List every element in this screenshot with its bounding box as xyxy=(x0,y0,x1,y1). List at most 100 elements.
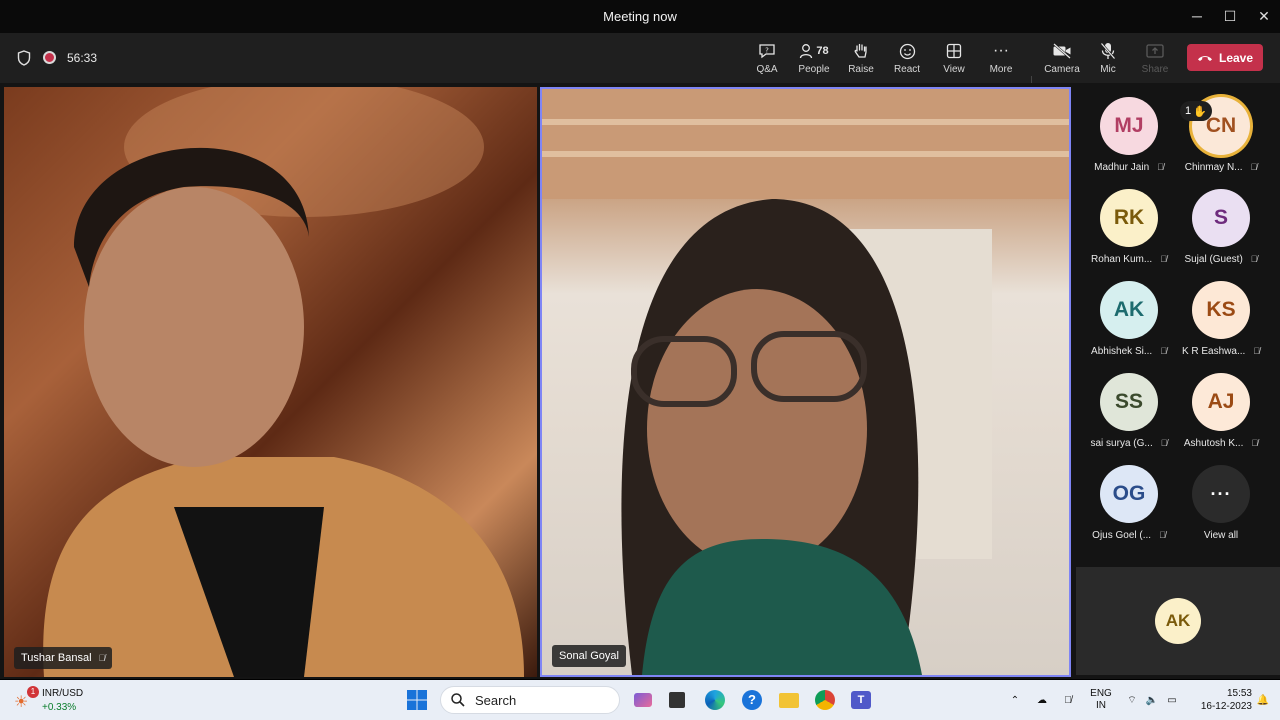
avatar: AK xyxy=(1100,281,1158,339)
ticker-change: +0.33% xyxy=(42,702,77,713)
language-indicator[interactable]: ENG IN xyxy=(1086,680,1116,720)
people-label: People xyxy=(798,64,830,75)
region-code: IN xyxy=(1096,700,1106,711)
notification-badge: 1 xyxy=(27,686,39,698)
wifi-icon[interactable]: ⌔ xyxy=(1122,680,1142,720)
avatar: KS xyxy=(1192,281,1250,339)
clock-time: 15:53 xyxy=(1226,688,1252,699)
participant-tile[interactable]: MJ Madhur Jain 🎙̸ xyxy=(1083,97,1175,189)
more-dots-icon: ··· xyxy=(993,42,1009,59)
share-button[interactable]: Share xyxy=(1131,40,1179,80)
mic-button[interactable]: Mic xyxy=(1084,40,1132,80)
avatar: RK xyxy=(1100,189,1158,247)
more-button[interactable]: ··· More xyxy=(977,40,1025,80)
search-icon xyxy=(451,693,465,707)
cloud-icon[interactable]: ☁ xyxy=(1032,680,1052,720)
avatar: AJ xyxy=(1192,373,1250,431)
raised-hand-icon: ✋ xyxy=(1193,105,1207,118)
teams-icon[interactable]: T xyxy=(849,688,873,712)
view-all-label: View all xyxy=(1203,530,1239,541)
recording-indicator-icon xyxy=(43,51,56,64)
chrome-icon[interactable] xyxy=(813,688,837,712)
participant-video xyxy=(43,87,525,677)
ticker-name: INR/USD xyxy=(42,688,84,699)
people-count: 78 xyxy=(816,45,829,57)
participant-name: Ojus Goel (... xyxy=(1092,530,1152,541)
grid-view-icon xyxy=(930,40,978,62)
edge-browser-icon[interactable] xyxy=(703,688,727,712)
raise-label: Raise xyxy=(848,64,874,75)
clock[interactable]: 15:53 16-12-2023 xyxy=(1196,680,1252,720)
view-button[interactable]: View xyxy=(930,40,978,80)
avatar: MJ xyxy=(1100,97,1158,155)
people-button[interactable]: 78 People xyxy=(790,40,838,80)
volume-icon[interactable]: 🔈 xyxy=(1142,680,1162,720)
mic-off-icon: 🎙̸ xyxy=(1160,438,1168,448)
people-icon xyxy=(800,44,813,59)
view-label: View xyxy=(943,64,965,75)
windows-taskbar: ☀ 1 INR/USD +0.33% Search ? T ⌃ ☁ 🎙̸ ENG… xyxy=(0,680,1280,720)
maximize-button[interactable]: ☐ xyxy=(1220,6,1240,26)
mic-off-icon: 🎙̸ xyxy=(1253,346,1261,356)
participant-name: Abhishek Si... xyxy=(1091,346,1153,357)
mic-off-icon: 🎙̸ xyxy=(1157,162,1164,172)
participant-name: Ashutosh K... xyxy=(1183,438,1244,449)
taskbar-search[interactable]: Search xyxy=(440,686,620,714)
meeting-timer: 56:33 xyxy=(67,51,98,65)
camera-label: Camera xyxy=(1044,64,1080,75)
participant-name-badge: Tushar Bansal 🎙̸ xyxy=(14,647,113,669)
qa-button[interactable]: ? Q&A xyxy=(743,40,791,80)
title-bar: Meeting now ─ ☐ ✕ xyxy=(0,0,1280,33)
participant-name: K R Eashwa... xyxy=(1181,346,1246,357)
leave-button[interactable]: Leave xyxy=(1187,44,1263,71)
participant-name: Chinmay N... xyxy=(1184,162,1243,173)
participant-tile[interactable]: SS sai surya (G... 🎙̸ xyxy=(1083,373,1175,465)
file-explorer-icon[interactable] xyxy=(777,688,801,712)
participant-tile[interactable]: RK Rohan Kum... 🎙̸ xyxy=(1083,189,1175,281)
participant-name: Madhur Jain xyxy=(1094,162,1150,173)
video-tile-tushar[interactable]: Tushar Bansal 🎙̸ xyxy=(4,87,537,677)
qa-icon: ? xyxy=(743,40,791,62)
help-icon[interactable]: ? xyxy=(740,688,764,712)
chevron-up-icon[interactable]: ⌃ xyxy=(1006,680,1024,720)
self-view[interactable]: AK xyxy=(1076,567,1280,675)
camera-button[interactable]: Camera xyxy=(1038,40,1086,80)
language-code: ENG xyxy=(1090,688,1112,699)
leave-label: Leave xyxy=(1218,50,1254,65)
clock-date: 16-12-2023 xyxy=(1200,701,1252,712)
participant-tile[interactable]: AJ Ashutosh K... 🎙̸ xyxy=(1175,373,1267,465)
svg-text:?: ? xyxy=(765,47,769,55)
participant-video xyxy=(542,89,1069,675)
mic-label: Mic xyxy=(1100,64,1116,75)
self-avatar: AK xyxy=(1155,598,1201,644)
video-tile-sonal[interactable]: Sonal Goyal xyxy=(540,87,1071,677)
mic-off-icon: 🎙̸ xyxy=(1250,254,1258,264)
more-dots-icon: ··· xyxy=(1192,465,1250,523)
mic-muted-tray-icon[interactable]: 🎙̸ xyxy=(1058,680,1078,720)
more-label: More xyxy=(989,64,1013,75)
minimize-button[interactable]: ─ xyxy=(1187,6,1207,26)
avatar: SS xyxy=(1100,373,1158,431)
close-button[interactable]: ✕ xyxy=(1254,6,1274,26)
battery-icon[interactable]: ▭ xyxy=(1162,680,1182,720)
task-view-icon[interactable] xyxy=(630,688,656,712)
window-title: Meeting now xyxy=(603,9,677,24)
participant-tile[interactable]: AK Abhishek Si... 🎙̸ xyxy=(1083,281,1175,373)
participant-tile[interactable]: KS K R Eashwa... 🎙̸ xyxy=(1175,281,1267,373)
search-label: Search xyxy=(475,692,517,708)
camera-off-icon xyxy=(1038,40,1086,62)
windows-start-icon[interactable] xyxy=(405,688,429,712)
mic-off-icon: 🎙̸ xyxy=(1250,162,1258,172)
participant-name-badge: Sonal Goyal xyxy=(552,645,626,667)
avatar: OG xyxy=(1100,465,1158,523)
participant-tile[interactable]: S Sujal (Guest) 🎙̸ xyxy=(1175,189,1267,281)
react-button[interactable]: React xyxy=(883,40,931,80)
file-app-icon[interactable] xyxy=(665,688,689,712)
participant-tile[interactable]: OG Ojus Goel (... 🎙̸ xyxy=(1083,465,1175,557)
participant-name: Tushar Bansal xyxy=(21,652,92,664)
notification-bell-icon[interactable]: 🔔 xyxy=(1252,680,1274,720)
participant-name: Rohan Kum... xyxy=(1091,254,1153,265)
mic-off-icon: 🎙̸ xyxy=(1251,438,1259,448)
raise-hand-button[interactable]: Raise xyxy=(837,40,885,80)
view-all-button[interactable]: ··· View all xyxy=(1175,465,1267,557)
